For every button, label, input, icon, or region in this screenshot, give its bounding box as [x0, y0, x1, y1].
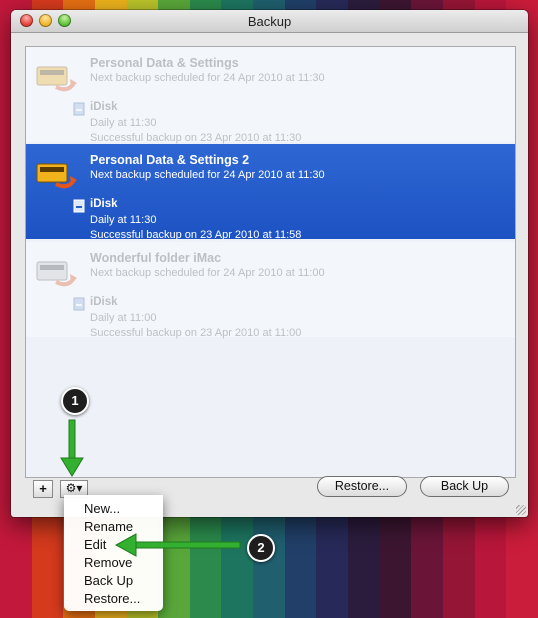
destination-schedule: Daily at 11:30	[90, 117, 157, 129]
entry-name: Wonderful folder iMac	[90, 251, 222, 265]
backup-entry-selected[interactable]: Personal Data & Settings 2 Next backup s…	[26, 144, 515, 241]
backup-entry[interactable]: Personal Data & Settings Next backup sch…	[26, 47, 515, 144]
resize-grip-icon[interactable]	[516, 505, 526, 515]
menu-item-restore[interactable]: Restore...	[84, 591, 140, 606]
menu-item-new[interactable]: New...	[84, 501, 120, 516]
destination-schedule: Daily at 11:30	[90, 214, 157, 226]
menu-item-edit[interactable]: Edit	[84, 537, 106, 552]
backup-drive-icon	[34, 154, 78, 194]
entry-name: Personal Data & Settings	[90, 56, 239, 70]
menu-item-back-up[interactable]: Back Up	[84, 573, 133, 588]
entry-next-backup: Next backup scheduled for 24 Apr 2010 at…	[90, 267, 325, 279]
backup-list[interactable]: Personal Data & Settings Next backup sch…	[25, 46, 516, 478]
destination-last-backup: Successful backup on 23 Apr 2010 at 11:0…	[90, 327, 302, 339]
idisk-icon	[73, 297, 85, 311]
backup-drive-icon	[34, 252, 78, 292]
entry-next-backup: Next backup scheduled for 24 Apr 2010 at…	[90, 72, 325, 84]
destination-name: iDisk	[90, 198, 118, 210]
destination-name: iDisk	[90, 296, 118, 308]
idisk-icon	[73, 199, 85, 213]
menu-item-remove[interactable]: Remove	[84, 555, 132, 570]
backup-drive-icon	[34, 57, 78, 97]
backup-entry[interactable]: Wonderful folder iMac Next backup schedu…	[26, 242, 515, 339]
destination-last-backup: Successful backup on 23 Apr 2010 at 11:3…	[90, 132, 302, 144]
restore-button[interactable]: Restore...	[317, 476, 407, 497]
step-callout: 1	[61, 387, 89, 415]
menu-item-rename[interactable]: Rename	[84, 519, 133, 534]
entry-next-backup: Next backup scheduled for 24 Apr 2010 at…	[90, 169, 325, 181]
add-button[interactable]: +	[33, 480, 53, 498]
window-title: Backup	[247, 14, 292, 29]
backup-window: Backup Personal Data & Settings Next bac…	[11, 10, 528, 517]
title-bar[interactable]: Backup	[11, 10, 528, 33]
step-callout: 2	[247, 534, 275, 562]
destination-name: iDisk	[90, 101, 118, 113]
destination-schedule: Daily at 11:00	[90, 312, 157, 324]
idisk-icon	[73, 102, 85, 116]
action-menu: New... Rename Edit Remove Back Up Restor…	[64, 495, 163, 611]
back-up-button[interactable]: Back Up	[420, 476, 509, 497]
entry-name: Personal Data & Settings 2	[90, 153, 250, 167]
destination-last-backup: Successful backup on 23 Apr 2010 at 11:5…	[90, 229, 302, 241]
